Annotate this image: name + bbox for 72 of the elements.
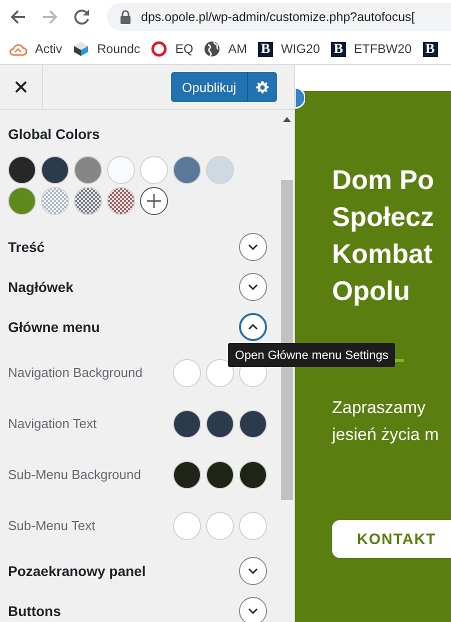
bookmark-label[interactable]: AM xyxy=(228,42,247,56)
setting-label: Sub-Menu Text xyxy=(8,518,96,533)
chevron-down-icon xyxy=(248,244,258,250)
color-swatch[interactable] xyxy=(206,156,234,184)
plus-icon xyxy=(147,194,161,208)
color-swatch[interactable] xyxy=(239,460,267,488)
lock-icon xyxy=(120,10,131,24)
setting-label: Navigation Background xyxy=(8,365,142,380)
favicon-icon: B xyxy=(258,42,273,56)
color-swatch[interactable] xyxy=(41,187,69,215)
close-icon xyxy=(15,81,27,93)
edit-shortcut-icon[interactable] xyxy=(295,87,305,109)
expand-button[interactable] xyxy=(239,233,267,261)
hero-text: Zapraszamy jesień życia m xyxy=(332,397,440,446)
chevron-down-icon xyxy=(248,284,258,290)
favicon-icon: B xyxy=(330,42,346,56)
color-swatch[interactable] xyxy=(41,156,69,184)
color-swatch[interactable] xyxy=(173,460,201,488)
contact-button[interactable]: KONTAKT xyxy=(332,520,451,558)
chevron-down-icon xyxy=(248,608,258,614)
color-swatch[interactable] xyxy=(8,156,36,184)
settings-button[interactable] xyxy=(247,72,278,102)
section-title: Global Colors xyxy=(8,126,101,144)
publish-button[interactable]: Opublikuj xyxy=(171,72,248,102)
color-swatch[interactable] xyxy=(206,410,234,438)
section-label[interactable]: Pozaekranowy panel xyxy=(8,563,146,579)
color-swatch[interactable] xyxy=(173,512,201,540)
color-swatch[interactable] xyxy=(173,358,201,386)
globe-icon xyxy=(204,41,220,57)
color-swatch[interactable] xyxy=(206,460,234,488)
color-swatch[interactable] xyxy=(8,187,36,215)
expand-button[interactable] xyxy=(239,557,267,585)
color-swatch[interactable] xyxy=(239,512,267,540)
favicon-icon: B xyxy=(422,42,438,56)
hero-heading: Dom Po Społecz Kombat Opolu xyxy=(332,164,436,308)
bookmark-label[interactable]: EQ xyxy=(175,42,194,56)
section-label[interactable]: Nagłówek xyxy=(8,279,74,295)
color-swatch[interactable] xyxy=(74,156,102,184)
color-swatch[interactable] xyxy=(107,187,135,215)
expand-button[interactable] xyxy=(239,313,267,341)
color-swatch[interactable] xyxy=(140,156,168,184)
reload-icon[interactable] xyxy=(73,8,91,26)
section-label[interactable]: Główne menu xyxy=(8,319,100,335)
color-swatch[interactable] xyxy=(173,156,201,184)
color-swatch[interactable] xyxy=(74,187,102,215)
cloud-icon xyxy=(9,42,27,56)
section-label[interactable]: Treść xyxy=(8,239,45,255)
color-swatch[interactable] xyxy=(206,358,234,386)
setting-label: Navigation Text xyxy=(8,416,97,431)
back-arrow-icon[interactable] xyxy=(9,8,27,26)
address-text: dps.opole.pl/wp-admin/customize.php?autofocus[ xyxy=(141,10,415,24)
bookmark-label[interactable]: Roundc xyxy=(97,42,140,56)
scroll-up-arrow-icon[interactable] xyxy=(283,117,291,122)
cube-icon xyxy=(73,41,90,57)
bookmark-label[interactable]: ETFBW20 xyxy=(354,42,412,56)
setting-label: Sub-Menu Background xyxy=(8,467,141,482)
expand-button[interactable] xyxy=(239,273,267,301)
ring-icon xyxy=(151,41,168,57)
bookmark-label[interactable]: Activ xyxy=(35,42,62,56)
address-bar[interactable]: dps.opole.pl/wp-admin/customize.php?autofocus[ xyxy=(107,3,451,31)
color-swatch[interactable] xyxy=(173,410,201,438)
color-swatch[interactable] xyxy=(206,512,234,540)
bookmark-label[interactable]: WIG20 xyxy=(281,42,320,56)
gear-icon xyxy=(256,80,270,94)
expand-button[interactable] xyxy=(239,597,267,622)
chevron-down-icon xyxy=(248,568,258,574)
chevron-up-icon xyxy=(248,324,258,330)
tooltip: Open Główne menu Settings xyxy=(228,343,396,367)
color-swatch[interactable] xyxy=(239,410,267,438)
section-label[interactable]: Buttons xyxy=(8,603,61,619)
color-swatch[interactable] xyxy=(107,156,135,184)
add-color-button[interactable] xyxy=(140,187,168,215)
